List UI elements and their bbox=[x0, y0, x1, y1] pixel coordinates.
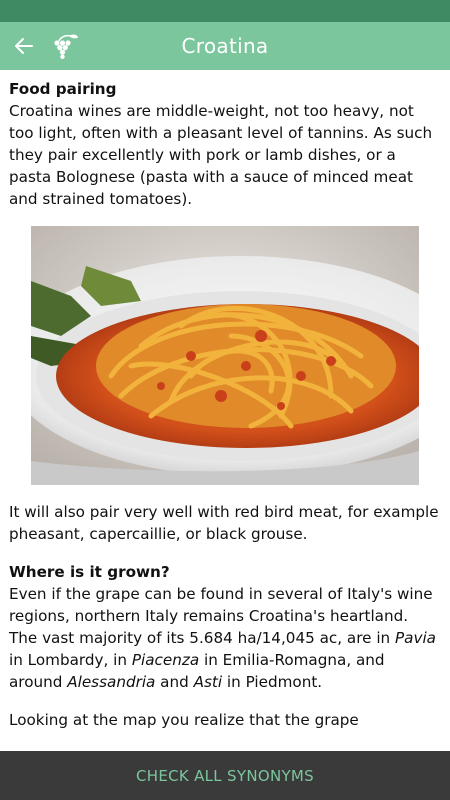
bird-meat-text: It will also pair very well with red bir… bbox=[9, 503, 439, 543]
where-grown-text-part: Even if the grape can be found in severa… bbox=[9, 585, 433, 647]
food-pairing-heading: Food pairing bbox=[9, 80, 117, 98]
where-grown-heading: Where is it grown? bbox=[9, 563, 170, 581]
where-grown-text-part: and bbox=[155, 673, 194, 691]
region-alessandria: Alessandria bbox=[67, 673, 156, 691]
arrow-left-icon bbox=[15, 38, 33, 54]
app-bar: Croatina bbox=[0, 22, 450, 70]
where-grown-text: Even if the grape can be found in severa… bbox=[9, 583, 441, 693]
back-button[interactable] bbox=[6, 28, 42, 64]
status-bar bbox=[0, 0, 450, 22]
article-scroll-area[interactable]: Food pairing Croatina wines are middle-w… bbox=[0, 70, 450, 751]
region-piacenza: Piacenza bbox=[131, 651, 200, 669]
grape-icon bbox=[54, 34, 78, 59]
check-all-synonyms-button[interactable]: CHECK ALL SYNONYMS bbox=[0, 751, 450, 800]
pasta-image bbox=[31, 226, 419, 485]
region-asti: Asti bbox=[193, 673, 223, 691]
pasta-illustration bbox=[31, 226, 419, 485]
region-pavia: Pavia bbox=[395, 629, 436, 647]
check-all-synonyms-label: CHECK ALL SYNONYMS bbox=[135, 766, 314, 785]
where-grown-text-part: in Piedmont. bbox=[222, 673, 323, 691]
where-grown-text-part: in Lombardy, in bbox=[9, 651, 132, 669]
food-pairing-text: Croatina wines are middle-weight, not to… bbox=[9, 102, 433, 208]
map-text: Looking at the map you realize that the … bbox=[9, 711, 359, 729]
